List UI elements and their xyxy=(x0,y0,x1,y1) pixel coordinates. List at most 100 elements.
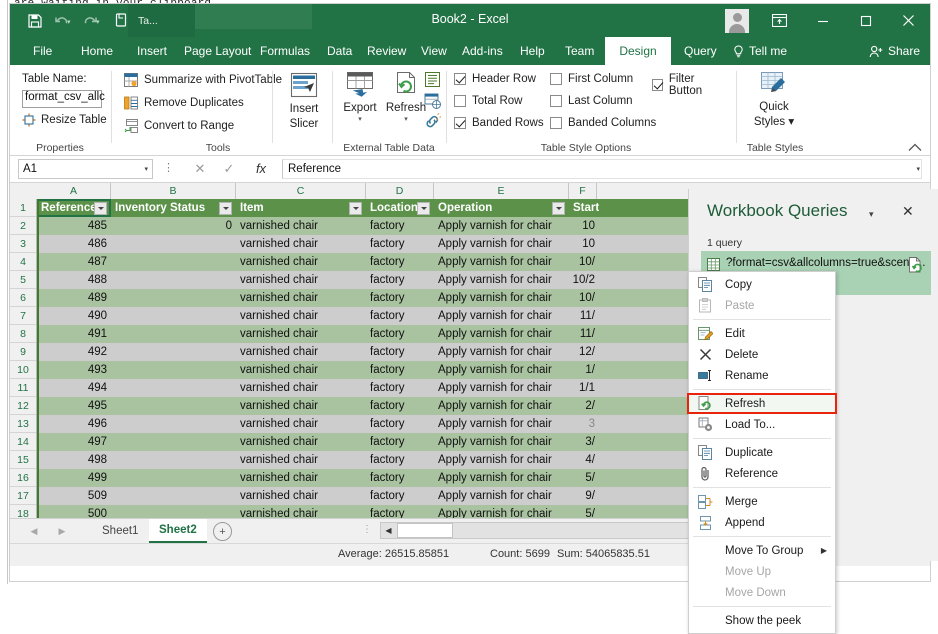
checkbox-first-column[interactable]: First Column xyxy=(550,73,633,85)
share-button[interactable]: Share xyxy=(869,37,920,65)
cell-location[interactable]: factory xyxy=(366,361,434,379)
row-header-15[interactable]: 15 xyxy=(10,451,36,469)
cell-item[interactable]: varnished chair xyxy=(236,505,366,518)
sheet-splitter-handle[interactable]: ⋮ xyxy=(362,525,372,535)
cell-item[interactable]: varnished chair xyxy=(236,379,366,397)
cell-item[interactable]: varnished chair xyxy=(236,235,366,253)
cell-operation[interactable]: Apply varnish for chair xyxy=(434,289,569,307)
context-menu-item-refresh[interactable]: Refresh xyxy=(689,393,835,414)
cell-inventory[interactable] xyxy=(111,289,236,307)
cell-reference[interactable]: 485 xyxy=(37,217,111,235)
row-header-8[interactable]: 8 xyxy=(10,325,36,343)
row-header-1[interactable]: 1 xyxy=(10,199,36,217)
cell-start[interactable]: 9/ xyxy=(569,487,599,505)
cell-operation[interactable]: Apply varnish for chair xyxy=(434,415,569,433)
tab-home[interactable]: Home xyxy=(72,37,122,65)
context-menu-item-edit[interactable]: Edit xyxy=(689,323,835,344)
cell-inventory[interactable] xyxy=(111,433,236,451)
cell-location[interactable]: factory xyxy=(366,289,434,307)
quick-styles-button[interactable]: Quick Styles ▾ xyxy=(748,71,800,129)
row-header-12[interactable]: 12 xyxy=(10,397,36,415)
cell-reference[interactable]: 486 xyxy=(37,235,111,253)
cell-operation[interactable]: Apply varnish for chair xyxy=(434,505,569,518)
cell-inventory[interactable] xyxy=(111,271,236,289)
column-header-a[interactable]: A xyxy=(37,183,111,199)
checkbox-header-row[interactable]: Header Row xyxy=(454,73,536,85)
export-button[interactable]: Export ▾ xyxy=(336,71,384,124)
context-menu-item-show-the-peek[interactable]: Show the peek xyxy=(689,610,835,631)
tab-team[interactable]: Team xyxy=(556,37,603,65)
formula-bar-handle[interactable]: ⋮ xyxy=(163,163,174,174)
avatar[interactable] xyxy=(725,9,749,33)
cell-operation[interactable]: Apply varnish for chair xyxy=(434,343,569,361)
refresh-button[interactable]: Refresh ▾ xyxy=(382,71,430,124)
tab-review[interactable]: Review xyxy=(358,37,415,65)
cell-inventory[interactable] xyxy=(111,397,236,415)
cell-inventory[interactable] xyxy=(111,253,236,271)
cell-start[interactable]: 10 xyxy=(569,235,599,253)
cell-reference[interactable]: 493 xyxy=(37,361,111,379)
name-box[interactable]: A1 ▾ xyxy=(18,159,153,179)
cancel-formula-button[interactable]: ✕ xyxy=(190,161,210,177)
tab-file[interactable]: File xyxy=(24,37,61,65)
cell-reference[interactable]: 490 xyxy=(37,307,111,325)
cell-start[interactable]: 10/ xyxy=(569,253,599,271)
cell-start[interactable]: 11/ xyxy=(569,307,599,325)
cell-operation[interactable]: Apply varnish for chair xyxy=(434,361,569,379)
cell-inventory[interactable] xyxy=(111,361,236,379)
cell-inventory[interactable] xyxy=(111,451,236,469)
scroll-left-icon[interactable]: ◀ xyxy=(381,523,396,538)
row-header-9[interactable]: 9 xyxy=(10,343,36,361)
cell-item[interactable]: varnished chair xyxy=(236,469,366,487)
cell-location[interactable]: factory xyxy=(366,415,434,433)
cell-inventory[interactable] xyxy=(111,307,236,325)
task-pane-tab[interactable]: Ta... xyxy=(128,4,195,37)
cell-item[interactable]: varnished chair xyxy=(236,487,366,505)
cell-operation[interactable]: Apply varnish for chair xyxy=(434,253,569,271)
cell-item[interactable]: varnished chair xyxy=(236,361,366,379)
remove-duplicates-button[interactable]: Remove Duplicates xyxy=(124,96,244,110)
summarize-with-pivottable-button[interactable]: Summarize with PivotTable xyxy=(124,73,282,87)
cell-reference[interactable]: 496 xyxy=(37,415,111,433)
cell-reference[interactable]: 509 xyxy=(37,487,111,505)
cell-operation[interactable]: Apply varnish for chair xyxy=(434,487,569,505)
cell-item[interactable]: varnished chair xyxy=(236,271,366,289)
cell-location[interactable]: factory xyxy=(366,307,434,325)
cell-item[interactable]: varnished chair xyxy=(236,451,366,469)
maximize-icon[interactable] xyxy=(844,4,887,37)
cell-item[interactable]: varnished chair xyxy=(236,415,366,433)
checkbox-banded-columns[interactable]: Banded Columns xyxy=(550,117,656,129)
cell-start[interactable]: 12/ xyxy=(569,343,599,361)
cell-inventory[interactable] xyxy=(111,235,236,253)
queries-pane-close-icon[interactable]: ✕ xyxy=(902,203,914,220)
cell-location[interactable]: factory xyxy=(366,379,434,397)
cell-item[interactable]: varnished chair xyxy=(236,397,366,415)
cell-location[interactable]: factory xyxy=(366,505,434,518)
cell-operation[interactable]: Apply varnish for chair xyxy=(434,271,569,289)
row-header-13[interactable]: 13 xyxy=(10,415,36,433)
cell-item[interactable]: varnished chair xyxy=(236,289,366,307)
context-menu-item-move-to-group[interactable]: Move To Group ▶ xyxy=(689,540,835,561)
cell-reference[interactable]: 497 xyxy=(37,433,111,451)
cell-reference[interactable]: 489 xyxy=(37,289,111,307)
tab-add-ins[interactable]: Add-ins xyxy=(453,37,512,65)
cell-inventory[interactable] xyxy=(111,379,236,397)
cell-item[interactable]: varnished chair xyxy=(236,307,366,325)
cell-operation[interactable]: Apply varnish for chair xyxy=(434,469,569,487)
tab-formulas[interactable]: Formulas xyxy=(251,37,319,65)
refresh-dropdown-icon[interactable]: ▾ xyxy=(382,116,430,124)
cell-start[interactable]: 3/ xyxy=(569,433,599,451)
queries-pane-menu-icon[interactable]: ▾ xyxy=(869,209,874,220)
cell-reference[interactable]: 487 xyxy=(37,253,111,271)
filter-button-operation[interactable] xyxy=(552,202,565,215)
save-icon[interactable] xyxy=(24,11,46,30)
cell-location[interactable]: factory xyxy=(366,253,434,271)
cell-start[interactable]: 2/ xyxy=(569,397,599,415)
filter-button-item[interactable] xyxy=(349,202,362,215)
cell-inventory[interactable]: 0 xyxy=(111,217,236,235)
convert-to-range-button[interactable]: Convert to Range xyxy=(124,119,234,133)
row-header-14[interactable]: 14 xyxy=(10,433,36,451)
cell-item[interactable]: varnished chair xyxy=(236,325,366,343)
add-sheet-button[interactable]: + xyxy=(213,522,232,541)
formula-input[interactable]: Reference xyxy=(282,159,922,179)
